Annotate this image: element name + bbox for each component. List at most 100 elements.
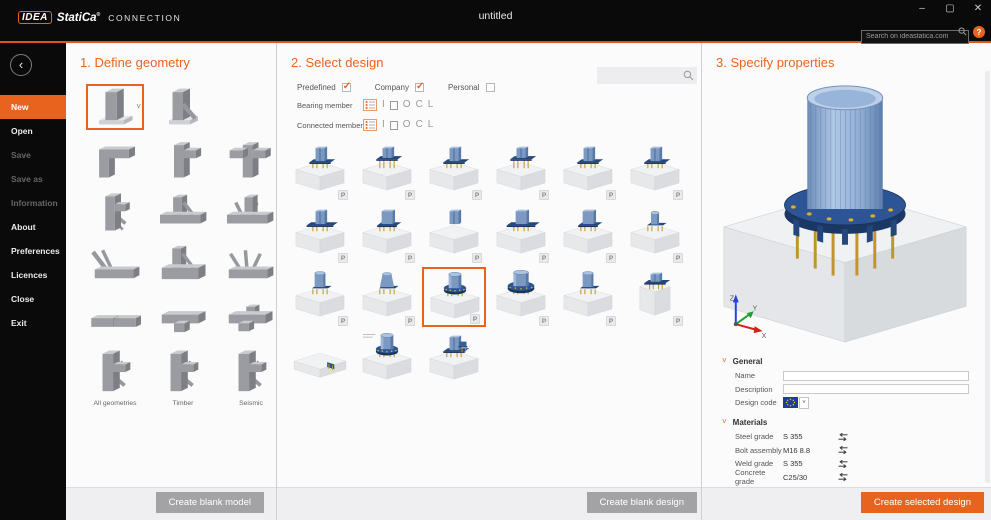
properties-scrollbar[interactable] bbox=[985, 71, 990, 483]
design-item-box-column-base[interactable]: P bbox=[355, 204, 419, 264]
angle-section-icon[interactable]: L bbox=[428, 100, 434, 110]
circular-column-small-thumbnail bbox=[624, 204, 686, 254]
geometry-item-beam-bottom-stub[interactable] bbox=[153, 296, 210, 342]
design-item-i-column-bracket[interactable] bbox=[422, 330, 486, 390]
geometry-item-beam-splice[interactable] bbox=[86, 296, 143, 342]
chevron-down-icon: ˅ bbox=[799, 397, 809, 409]
svg-text:X: X bbox=[762, 333, 767, 340]
create-blank-design-button[interactable]: Create blank design bbox=[587, 492, 698, 513]
design-item-i-column-base-plate-2[interactable]: P bbox=[422, 141, 486, 201]
multi-member-icon bbox=[154, 349, 212, 395]
checkbox-predefined[interactable] bbox=[342, 83, 351, 92]
all-sections-icon[interactable] bbox=[363, 99, 377, 111]
geometry-item-column-beams-cross[interactable] bbox=[219, 137, 276, 183]
geometry-item-knee-corner[interactable] bbox=[86, 137, 143, 183]
geometry-item-column-beam[interactable] bbox=[153, 137, 210, 183]
section-general[interactable]: ˅ General bbox=[722, 355, 991, 367]
i-section-icon[interactable]: I bbox=[382, 100, 385, 110]
angle-section-icon[interactable]: L bbox=[428, 120, 434, 130]
sidebar-item-preferences[interactable]: Preferences bbox=[0, 239, 66, 263]
design-item-circular-column-ring-flange[interactable]: P bbox=[422, 267, 486, 327]
window-controls: – ▢ ✕ bbox=[915, 3, 985, 14]
name-field[interactable] bbox=[783, 371, 969, 381]
checkbox-personal[interactable] bbox=[486, 83, 495, 92]
geometry-item-beam-column-two-braces[interactable] bbox=[219, 190, 276, 236]
sidebar-item-exit[interactable]: Exit bbox=[0, 311, 66, 335]
design-item-circular-column-small[interactable]: P bbox=[623, 204, 687, 264]
design-item-i-column-standoff-anchors[interactable]: P bbox=[489, 141, 553, 201]
sidebar-item-close[interactable]: Close bbox=[0, 287, 66, 311]
channel-section-icon[interactable]: C bbox=[416, 100, 423, 110]
material-label: Steel grade bbox=[735, 432, 783, 441]
swap-icon[interactable] bbox=[837, 445, 849, 455]
design-item-box-column-base-2[interactable]: P bbox=[556, 204, 620, 264]
help-icon[interactable]: ? bbox=[973, 26, 985, 38]
swap-icon[interactable] bbox=[837, 459, 849, 469]
geometry-label: Seismic bbox=[222, 400, 280, 407]
design-item-circular-column-ring-large[interactable]: P bbox=[489, 267, 553, 327]
panel-specify-properties: 3. Specify properties bbox=[702, 43, 991, 487]
channel-section-icon[interactable]: C bbox=[416, 120, 423, 130]
design-item-slab-side-bracket[interactable] bbox=[288, 330, 352, 390]
close-button[interactable]: ✕ bbox=[971, 3, 985, 14]
circular-hollow-section-icon[interactable]: O bbox=[403, 120, 411, 130]
design-item-circular-column-plate[interactable]: P bbox=[288, 267, 352, 327]
global-search-input[interactable] bbox=[861, 30, 969, 44]
geometry-item-multi-member-seismic[interactable]: Seismic bbox=[222, 349, 280, 407]
design-search-input[interactable] bbox=[597, 69, 697, 86]
design-item-i-column-base-shear[interactable]: P bbox=[556, 141, 620, 201]
i-column-base-plate-thumbnail bbox=[289, 141, 351, 191]
sidebar-item-open[interactable]: Open bbox=[0, 119, 66, 143]
back-button[interactable]: ‹ bbox=[10, 54, 32, 76]
titlebar-search-row: ? bbox=[861, 25, 985, 39]
geometry-item-column-base[interactable]: ˅ bbox=[86, 84, 144, 130]
chevron-down-icon[interactable]: ˅ bbox=[136, 102, 141, 111]
design-code-select[interactable]: ˅ bbox=[783, 397, 809, 409]
sidebar: ‹ NewOpenSaveSave asInformationAboutPref… bbox=[0, 43, 66, 520]
geometry-item-beam-column-diagonal[interactable] bbox=[153, 243, 210, 289]
design-item-circular-column-tapered[interactable]: P bbox=[355, 267, 419, 327]
geometry-item-column-beam-braces[interactable] bbox=[86, 190, 143, 236]
panel-separator bbox=[701, 43, 702, 520]
section-materials[interactable]: ˅ Materials bbox=[722, 416, 991, 428]
design-item-i-column-base-plate-3[interactable]: P bbox=[623, 141, 687, 201]
description-field[interactable] bbox=[783, 384, 969, 394]
predefined-badge: P bbox=[405, 316, 415, 326]
geometry-label: Timber bbox=[154, 400, 212, 407]
create-blank-model-button[interactable]: Create blank model bbox=[156, 492, 264, 513]
design-item-i-column-base-plate[interactable]: P bbox=[288, 141, 352, 201]
design-item-box-column-wide-plate[interactable]: P bbox=[489, 204, 553, 264]
design-item-circular-ring-annotated[interactable] bbox=[355, 330, 419, 390]
design-item-column-on-pier[interactable]: P bbox=[623, 267, 687, 327]
geometry-item-multi-member-timber[interactable]: Timber bbox=[154, 349, 212, 407]
geometry-item-beam-cross-stubs[interactable] bbox=[219, 296, 276, 342]
all-sections-icon[interactable] bbox=[363, 119, 377, 131]
3d-preview[interactable]: Z Y X bbox=[706, 74, 991, 351]
sidebar-item-new[interactable]: New bbox=[0, 95, 66, 119]
swap-icon[interactable] bbox=[837, 472, 849, 482]
i-column-wide-plate-thumbnail bbox=[289, 204, 351, 254]
geometry-item-beam-three-diagonals[interactable] bbox=[219, 243, 276, 289]
rect-hollow-section-icon[interactable] bbox=[390, 101, 398, 110]
geometry-item-column-base-brace[interactable] bbox=[154, 84, 212, 130]
create-selected-design-button[interactable]: Create selected design bbox=[861, 492, 984, 513]
design-item-i-column-standoff[interactable]: P bbox=[355, 141, 419, 201]
i-section-icon[interactable]: I bbox=[382, 120, 385, 130]
material-label: Concrete grade bbox=[735, 468, 783, 486]
geometry-item-multi-member-all-geometries[interactable]: All geometries bbox=[86, 349, 144, 407]
maximize-button[interactable]: ▢ bbox=[943, 3, 957, 14]
beam-column-brace-icon bbox=[154, 192, 208, 234]
design-item-circular-column-base[interactable]: P bbox=[556, 267, 620, 327]
geometry-item-beam-column-brace[interactable] bbox=[153, 190, 210, 236]
sidebar-item-licences[interactable]: Licences bbox=[0, 263, 66, 287]
design-item-i-column-plain[interactable]: P bbox=[422, 204, 486, 264]
minimize-button[interactable]: – bbox=[915, 3, 929, 14]
rect-hollow-section-icon[interactable] bbox=[390, 121, 398, 130]
geometry-item-braces-to-beam[interactable] bbox=[86, 243, 143, 289]
circular-hollow-section-icon[interactable]: O bbox=[403, 100, 411, 110]
checkbox-company[interactable] bbox=[415, 83, 424, 92]
design-item-i-column-wide-plate[interactable]: P bbox=[288, 204, 352, 264]
swap-icon[interactable] bbox=[837, 432, 849, 442]
sidebar-item-about[interactable]: About bbox=[0, 215, 66, 239]
app-window: IDEA StatiCa® CONNECTION untitled – ▢ ✕ … bbox=[0, 0, 991, 520]
